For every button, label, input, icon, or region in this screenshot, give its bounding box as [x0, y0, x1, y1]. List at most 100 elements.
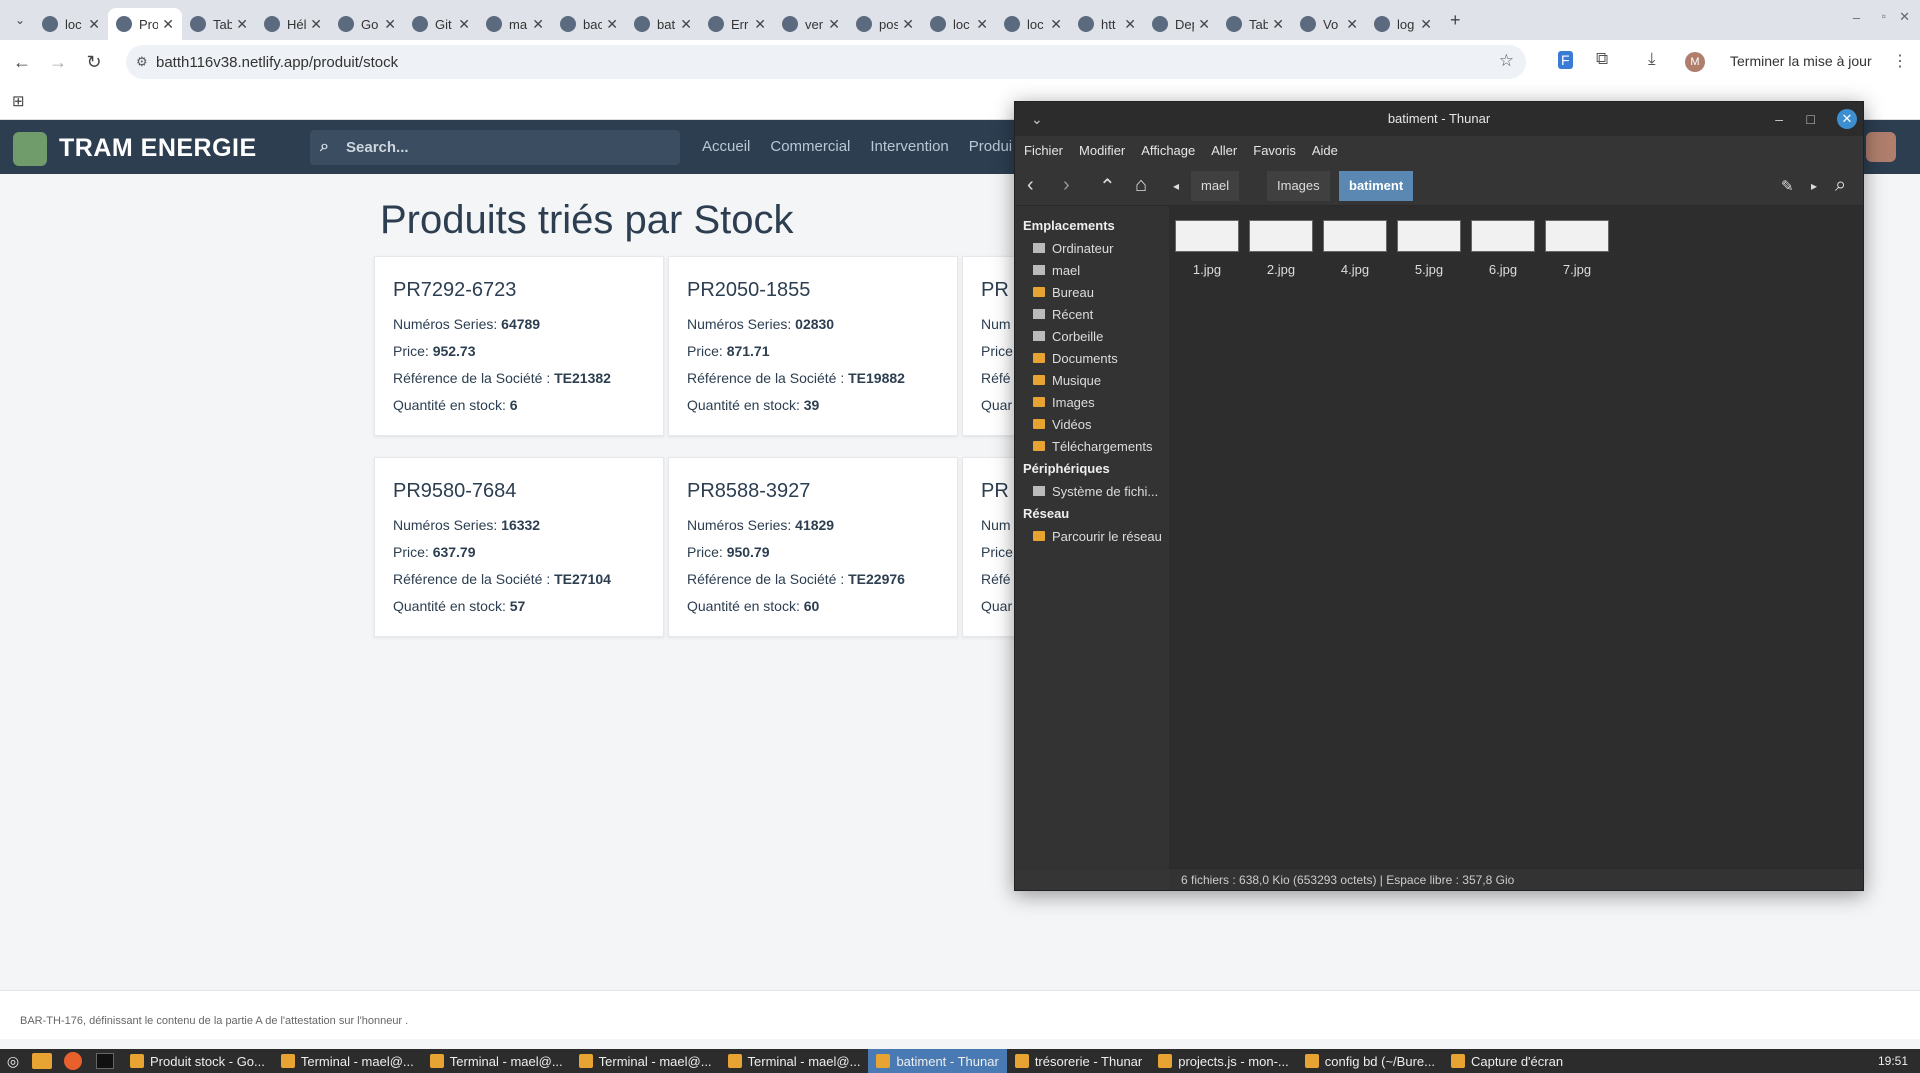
tab-close-icon[interactable]: ✕ — [532, 16, 544, 33]
thunar-minimize-button[interactable]: – — [1775, 102, 1783, 136]
tab-search-chevron-icon[interactable]: ⌄ — [6, 13, 34, 27]
search-input[interactable]: ⌕ Search... — [310, 130, 680, 165]
browser-tab[interactable]: Pro ✕ — [108, 8, 182, 40]
browser-tab[interactable]: Vo ✕ — [1292, 8, 1366, 40]
product-card-partial[interactable]: PR Num Price Réfé Quar — [962, 256, 1022, 436]
product-card[interactable]: PR7292-6723 Numéros Series: 64789 Price:… — [374, 256, 664, 436]
nav-produit[interactable]: Produi — [969, 138, 1012, 155]
menu-fichier[interactable]: Fichier — [1024, 143, 1063, 159]
tab-close-icon[interactable]: ✕ — [310, 16, 322, 33]
browser-tab[interactable]: bac ✕ — [552, 8, 626, 40]
window-maximize-button[interactable]: ▫ — [1882, 9, 1886, 23]
tab-close-icon[interactable]: ✕ — [1198, 16, 1210, 33]
taskbar-item[interactable]: Produit stock - Go... — [122, 1049, 273, 1073]
product-card[interactable]: PR8588-3927 Numéros Series: 41829 Price:… — [668, 457, 958, 637]
taskbar-item[interactable]: Terminal - mael@... — [571, 1049, 720, 1073]
taskbar-item[interactable]: trésorerie - Thunar — [1007, 1049, 1150, 1073]
window-menu-chevron-icon[interactable]: ⌄ — [1031, 102, 1043, 136]
sidebar-item-telechargements[interactable]: Téléchargements — [1015, 435, 1169, 457]
window-close-button[interactable]: ✕ — [1899, 9, 1910, 25]
tab-close-icon[interactable]: ✕ — [1346, 16, 1358, 33]
apps-grid-icon[interactable]: ⊞ — [12, 92, 25, 110]
tab-close-icon[interactable]: ✕ — [1050, 16, 1062, 33]
browser-menu-icon[interactable]: ⋮ — [1892, 51, 1908, 71]
product-card[interactable]: PR2050-1855 Numéros Series: 02830 Price:… — [668, 256, 958, 436]
sidebar-item-filesystem[interactable]: Système de fichi... — [1015, 480, 1169, 502]
file-item[interactable]: 5.jpg — [1395, 220, 1463, 277]
tab-close-icon[interactable]: ✕ — [1272, 16, 1284, 33]
back-arrow-icon[interactable]: ← — [4, 52, 40, 73]
browser-tab[interactable]: ver ✕ — [774, 8, 848, 40]
whisker-menu-icon[interactable]: ◎ — [0, 1053, 26, 1070]
tab-close-icon[interactable]: ✕ — [828, 16, 840, 33]
taskbar-item[interactable]: Terminal - mael@... — [422, 1049, 571, 1073]
nav-intervention[interactable]: Intervention — [870, 138, 948, 155]
tab-close-icon[interactable]: ✕ — [236, 16, 248, 33]
user-avatar[interactable] — [1866, 132, 1896, 162]
url-bar[interactable]: ⚙ batth116v38.netlify.app/produit/stock … — [126, 45, 1526, 79]
thunar-back-icon[interactable]: ‹ — [1027, 174, 1034, 197]
tab-close-icon[interactable]: ✕ — [680, 16, 692, 33]
browser-tab[interactable]: bat ✕ — [626, 8, 700, 40]
file-item[interactable]: 1.jpg — [1173, 220, 1241, 277]
browser-tab[interactable]: log ✕ — [1366, 8, 1440, 40]
tab-close-icon[interactable]: ✕ — [1124, 16, 1136, 33]
thunar-maximize-button[interactable]: □ — [1807, 102, 1815, 136]
sidebar-item-documents[interactable]: Documents — [1015, 347, 1169, 369]
reload-icon[interactable]: ↻ — [76, 52, 112, 73]
browser-tab[interactable]: loc ✕ — [996, 8, 1070, 40]
tab-close-icon[interactable]: ✕ — [458, 16, 470, 33]
extension-icon[interactable]: F — [1558, 51, 1573, 69]
menu-modifier[interactable]: Modifier — [1079, 143, 1125, 159]
window-minimize-button[interactable]: – — [1853, 10, 1860, 25]
taskbar-item[interactable]: batiment - Thunar — [868, 1049, 1007, 1073]
path-segment-images[interactable]: Images — [1267, 171, 1330, 201]
tab-close-icon[interactable]: ✕ — [754, 16, 766, 33]
menu-favoris[interactable]: Favoris — [1253, 143, 1296, 159]
path-left-arrow-icon[interactable]: ◂ — [1173, 179, 1179, 193]
tab-close-icon[interactable]: ✕ — [1420, 16, 1432, 33]
download-icon[interactable]: ⤓ — [1648, 49, 1656, 69]
file-view[interactable]: 1.jpg 2.jpg 4.jpg 5.jpg 6.jpg 7.jpg — [1169, 206, 1863, 870]
file-item[interactable]: 4.jpg — [1321, 220, 1389, 277]
update-browser-button[interactable]: Terminer la mise à jour — [1730, 53, 1872, 69]
file-item[interactable]: 2.jpg — [1247, 220, 1315, 277]
path-segment-mael[interactable]: mael — [1191, 171, 1240, 201]
browser-tab[interactable]: Dep✕ — [1144, 8, 1218, 40]
browser-tab[interactable]: Tab ✕ — [1218, 8, 1292, 40]
clock[interactable]: 19:51 — [1878, 1049, 1908, 1073]
browser-tab[interactable]: ma ✕ — [478, 8, 552, 40]
taskbar-item[interactable]: Capture d'écran — [1443, 1049, 1571, 1073]
browser-tab[interactable]: Err ✕ — [700, 8, 774, 40]
sidebar-item-videos[interactable]: Vidéos — [1015, 413, 1169, 435]
thunar-home-icon[interactable]: ⌂ — [1135, 174, 1147, 197]
product-card-partial[interactable]: PR Num Price Réfé Quar — [962, 457, 1022, 637]
tab-close-icon[interactable]: ✕ — [162, 16, 174, 33]
thunar-up-icon[interactable]: ⌃ — [1099, 174, 1116, 199]
bookmark-star-icon[interactable]: ☆ — [1499, 51, 1514, 71]
terminal-launcher-icon[interactable] — [96, 1053, 114, 1069]
sidebar-item-bureau[interactable]: Bureau — [1015, 281, 1169, 303]
forward-arrow-icon[interactable]: → — [40, 52, 76, 73]
sidebar-item-recent[interactable]: Récent — [1015, 303, 1169, 325]
sidebar-item-images[interactable]: Images — [1015, 391, 1169, 413]
path-segment-batiment[interactable]: batiment — [1339, 171, 1414, 201]
thunar-search-icon[interactable]: ⌕ — [1835, 174, 1846, 197]
thunar-forward-icon[interactable]: › — [1063, 174, 1070, 197]
product-card[interactable]: PR9580-7684 Numéros Series: 16332 Price:… — [374, 457, 664, 637]
browser-tab[interactable]: loc ✕ — [922, 8, 996, 40]
sidebar-item-musique[interactable]: Musique — [1015, 369, 1169, 391]
tram-energie-logo[interactable] — [13, 132, 47, 166]
taskbar-item[interactable]: Terminal - mael@... — [273, 1049, 422, 1073]
tab-close-icon[interactable]: ✕ — [606, 16, 618, 33]
browser-tab[interactable]: Hél ✕ — [256, 8, 330, 40]
sidebar-item-corbeille[interactable]: Corbeille — [1015, 325, 1169, 347]
nav-accueil[interactable]: Accueil — [702, 138, 750, 155]
taskbar-item[interactable]: Terminal - mael@... — [720, 1049, 869, 1073]
tab-close-icon[interactable]: ✕ — [976, 16, 988, 33]
edit-location-icon[interactable]: ✎ — [1781, 177, 1794, 195]
browser-tab[interactable]: Git ✕ — [404, 8, 478, 40]
sidebar-item-mael[interactable]: mael — [1015, 259, 1169, 281]
file-item[interactable]: 6.jpg — [1469, 220, 1537, 277]
menu-aide[interactable]: Aide — [1312, 143, 1338, 159]
